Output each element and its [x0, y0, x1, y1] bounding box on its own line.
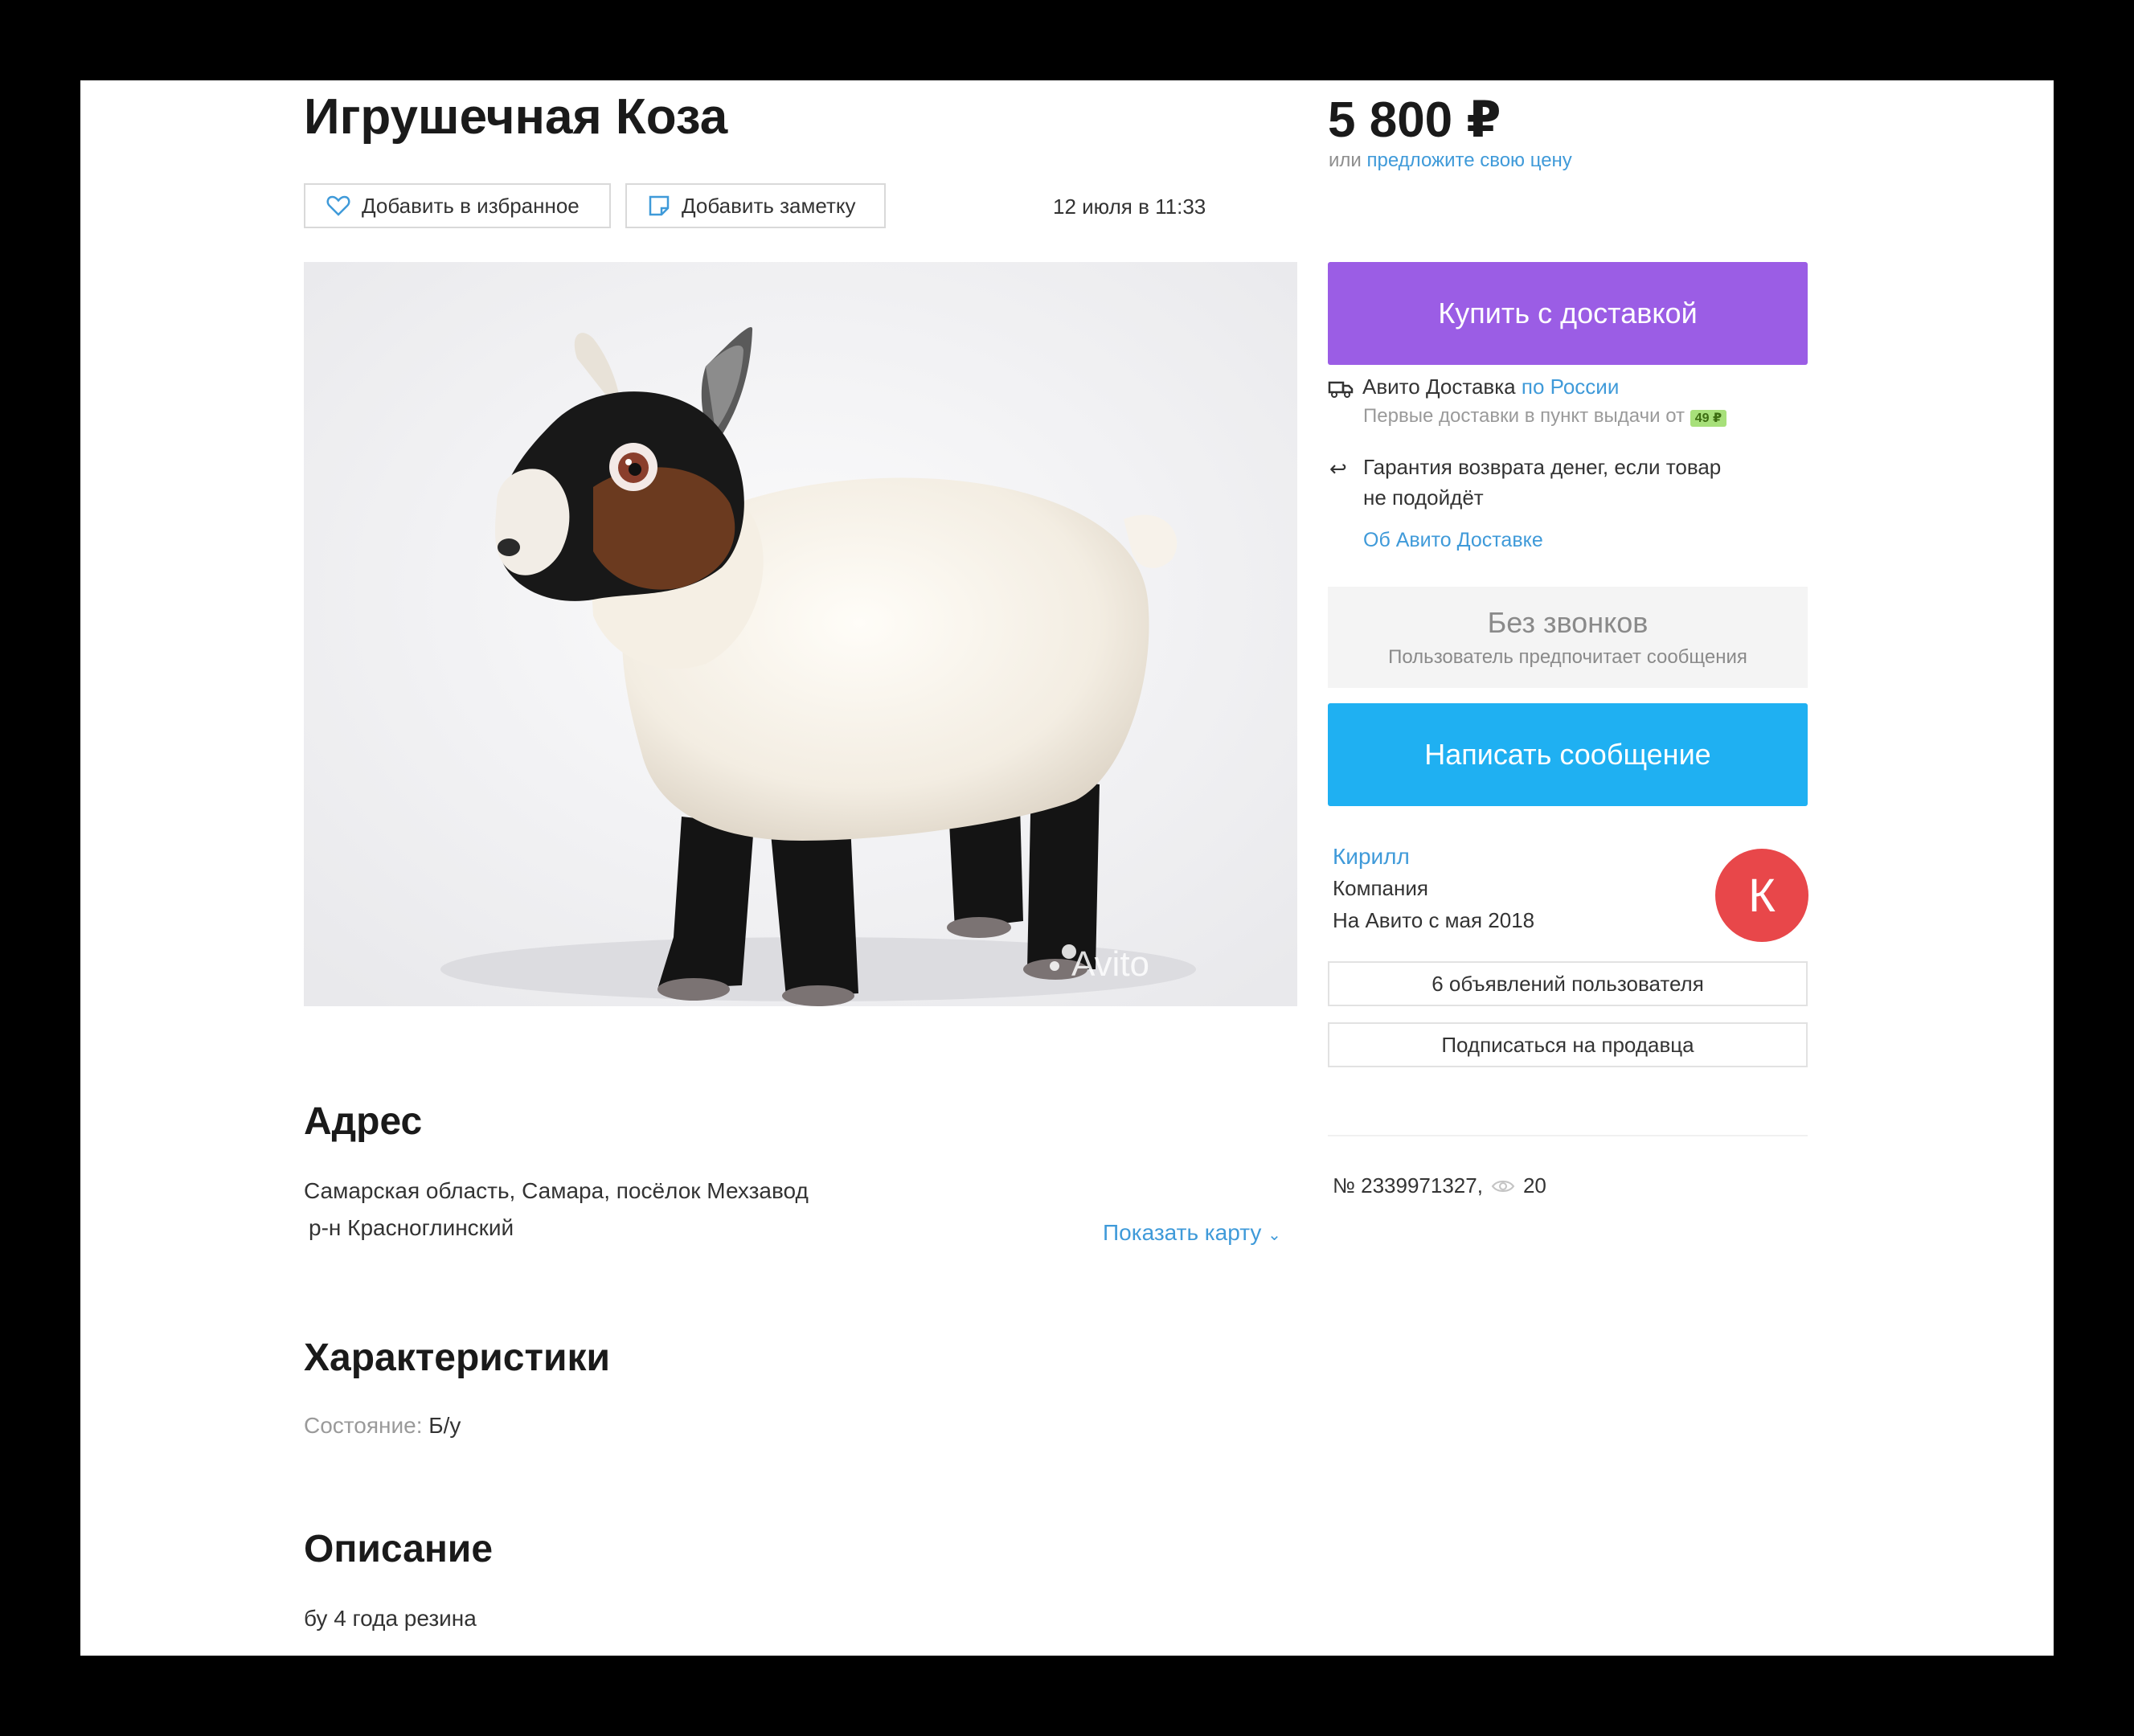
seller-name-link[interactable]: Кирилл [1333, 844, 1410, 870]
no-calls-title: Без звонков [1487, 606, 1649, 639]
delivery-title: Авито Доставка [1362, 375, 1516, 399]
address-line-2: р-н Красноглинский [309, 1215, 514, 1240]
heart-icon [326, 195, 350, 216]
offer-price-link[interactable]: предложите свою цену [1367, 149, 1572, 171]
specs-heading: Характеристики [304, 1337, 611, 1379]
seller-listings-button[interactable]: 6 объявлений пользователя [1328, 961, 1808, 1006]
eye-icon [1491, 1180, 1515, 1192]
address-heading: Адрес [304, 1100, 423, 1143]
subscribe-seller-button[interactable]: Подписаться на продавца [1328, 1022, 1808, 1067]
description-heading: Описание [304, 1528, 494, 1570]
seller-avatar[interactable]: К [1715, 849, 1808, 942]
listing-number: № 2339971327, [1333, 1173, 1483, 1198]
condition-value: Б/у [428, 1413, 461, 1438]
price-or: или [1329, 149, 1362, 171]
no-calls-notice: Без звонков Пользователь предпочитает со… [1328, 587, 1808, 688]
listing-date: 12 июля в 11:33 [1053, 194, 1206, 219]
buy-with-delivery-button[interactable]: Купить с доставкой [1328, 262, 1808, 365]
add-favorite-label: Добавить в избранное [362, 193, 580, 218]
view-count: 20 [1522, 1173, 1546, 1198]
delivery-region-link[interactable]: по России [1522, 375, 1619, 399]
show-map-label: Показать карту [1103, 1220, 1262, 1245]
first-delivery-price-badge: 49 ₽ [1690, 410, 1727, 427]
chevron-down-icon: ⌄ [1268, 1226, 1281, 1244]
divider [1328, 1135, 1808, 1136]
show-map-link[interactable]: Показать карту ⌄ [1103, 1220, 1281, 1246]
seller-type: Компания [1333, 876, 1428, 900]
guarantee-line-2: не подойдёт [1363, 485, 1484, 510]
guarantee-line-1: Гарантия возврата денег, если товар [1363, 455, 1722, 479]
condition-row: Состояние: Б/у [304, 1413, 461, 1439]
delivery-title-row: Авито Доставка по России [1362, 375, 1619, 399]
listing-title: Игрушечная Коза [304, 89, 728, 145]
seller-since: На Авито с мая 2018 [1333, 908, 1535, 932]
price: 5 800 ₽ [1328, 92, 1501, 148]
listing-photo[interactable]: Avito [304, 262, 1297, 1006]
note-icon [649, 195, 670, 216]
no-calls-subtitle: Пользователь предпочитает сообщения [1388, 646, 1747, 668]
return-arrow-icon: ↩ [1329, 457, 1347, 481]
add-favorite-button[interactable]: Добавить в избранное [304, 183, 611, 228]
truck-icon [1328, 379, 1354, 403]
add-note-label: Добавить заметку [682, 193, 856, 218]
address-line-1: Самарская область, Самара, посёлок Мехза… [304, 1178, 809, 1203]
about-delivery-link[interactable]: Об Авито Доставке [1363, 529, 1543, 552]
first-delivery-row: Первые доставки в пункт выдачи от 49 ₽ [1363, 405, 1727, 428]
first-delivery-text: Первые доставки в пункт выдачи от [1363, 405, 1685, 427]
add-note-button[interactable]: Добавить заметку [625, 183, 886, 228]
goat-toy-image: Avito [304, 262, 1297, 1006]
photo-watermark: Avito [1071, 944, 1149, 984]
description-text: бу 4 года резина [304, 1606, 477, 1631]
condition-label: Состояние: [304, 1413, 423, 1438]
listing-meta: № 2339971327, 20 [1333, 1173, 1546, 1198]
price-offer: или предложите свою цену [1329, 149, 1572, 172]
listing-page: Игрушечная Коза Добавить в избранное Доб… [80, 80, 2054, 1656]
write-message-button[interactable]: Написать сообщение [1328, 703, 1808, 806]
